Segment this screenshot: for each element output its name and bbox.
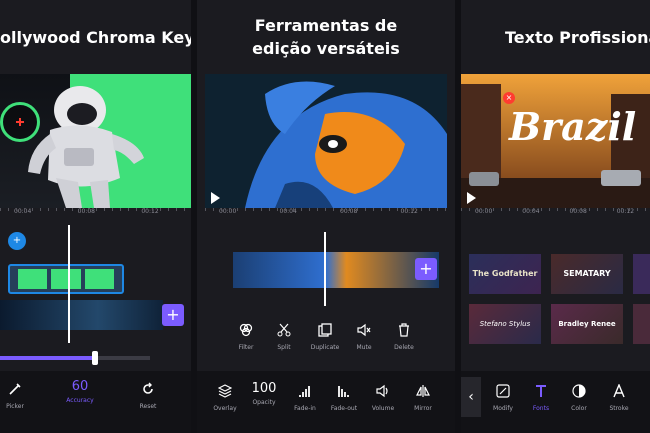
- text-style-option[interactable]: [633, 254, 650, 294]
- slider-thumb[interactable]: [92, 351, 98, 365]
- bottom-toolbar: Overlay 100 Opacity Fade-in Fade-out Vol…: [197, 371, 455, 433]
- video-preview[interactable]: [0, 74, 191, 208]
- slider-fill: [0, 356, 95, 360]
- chroma-key-panel: ollywood Chroma Key 00:04 00:08 00:12 + +: [0, 0, 191, 433]
- accuracy-slider[interactable]: [0, 351, 150, 365]
- delete-button[interactable]: Delete: [389, 322, 419, 351]
- modify-icon: [496, 384, 510, 398]
- video-preview[interactable]: Brazil ×: [461, 74, 650, 208]
- astronaut-image: [28, 86, 144, 208]
- volume-button[interactable]: Volume: [369, 383, 397, 412]
- text-style-option[interactable]: SEMATARY: [551, 254, 623, 294]
- delete-icon: [399, 323, 409, 337]
- bottom-toolbar: Picker 60 Accuracy Reset: [0, 371, 191, 433]
- overlay-button[interactable]: Overlay: [211, 383, 239, 412]
- video-track[interactable]: [233, 252, 439, 288]
- opacity-button[interactable]: 100 Opacity: [249, 381, 279, 406]
- add-clip-button[interactable]: +: [162, 304, 184, 326]
- video-preview[interactable]: [205, 74, 447, 208]
- opacity-value: 100: [251, 381, 277, 396]
- duplicate-icon: [318, 323, 332, 337]
- add-clip-button[interactable]: +: [415, 258, 437, 280]
- text-style-option[interactable]: [633, 304, 650, 344]
- timeline-ruler: 00:00 00:04 00:08 00:12: [461, 208, 650, 220]
- reset-button[interactable]: Reset: [130, 381, 166, 410]
- layer-track[interactable]: [8, 264, 124, 294]
- timeline-ruler: 00:00 00:04 00:08 00:12: [205, 208, 447, 220]
- accuracy-value: 60: [71, 379, 89, 394]
- back-button[interactable]: ‹: [461, 377, 481, 417]
- modify-button[interactable]: Modify: [489, 383, 517, 412]
- parrot-image: [205, 74, 447, 208]
- edit-tools-row: Filter Split Duplicate Mute Delete: [233, 322, 423, 356]
- filter-icon: [239, 323, 253, 337]
- main-video-track[interactable]: [0, 300, 163, 330]
- mute-icon: [357, 323, 371, 337]
- text-style-grid: The Godfather SEMATARY Stefano Stylus Br…: [469, 254, 650, 346]
- panel-caption: Ferramentas de edição versáteis: [252, 16, 400, 58]
- fadeout-button[interactable]: Fade-out: [329, 383, 359, 412]
- panel-caption: Texto Profissiona: [505, 28, 650, 47]
- split-icon: [277, 323, 291, 337]
- add-layer-marker[interactable]: +: [8, 232, 26, 250]
- fonts-icon: [536, 385, 546, 397]
- bottom-toolbar: ‹ Modify Fonts Color Stroke: [461, 371, 650, 433]
- fadein-button[interactable]: Fade-in: [291, 383, 319, 412]
- text-style-option[interactable]: Bradley Renee: [551, 304, 623, 344]
- picker-icon: [9, 383, 21, 395]
- panel-caption: ollywood Chroma Key: [0, 28, 191, 47]
- mirror-icon: [416, 385, 430, 397]
- mirror-button[interactable]: Mirror: [409, 383, 437, 412]
- text-panel: Texto Profissiona Brazil × 00:00 00:04 00:…: [461, 0, 650, 433]
- stroke-icon: [613, 383, 625, 398]
- volume-icon: [376, 384, 388, 398]
- mute-button[interactable]: Mute: [351, 322, 377, 351]
- split-button[interactable]: Split: [271, 322, 297, 351]
- stroke-button[interactable]: Stroke: [605, 383, 633, 412]
- overlay-icon: [217, 384, 233, 398]
- fonts-button[interactable]: Fonts: [527, 383, 555, 412]
- color-button[interactable]: Color: [565, 383, 593, 412]
- play-icon[interactable]: [467, 192, 476, 204]
- fadein-icon: [299, 386, 310, 397]
- playhead[interactable]: [324, 232, 326, 306]
- text-style-option[interactable]: The Godfather: [469, 254, 541, 294]
- fadeout-icon: [338, 386, 349, 397]
- picker-button[interactable]: Picker: [0, 381, 30, 410]
- preview-title-text[interactable]: Brazil: [509, 104, 636, 149]
- remove-text-icon[interactable]: ×: [503, 92, 515, 104]
- editing-tools-panel: Ferramentas de edição versáteis 00:00 00:…: [197, 0, 455, 433]
- accuracy-button[interactable]: 60 Accuracy: [60, 379, 100, 404]
- reset-icon: [143, 382, 153, 394]
- playhead[interactable]: [68, 225, 70, 343]
- filter-button[interactable]: Filter: [233, 322, 259, 351]
- color-icon: [572, 384, 586, 398]
- timeline-ruler: 00:04 00:08 00:12: [0, 208, 191, 220]
- duplicate-button[interactable]: Duplicate: [309, 322, 341, 351]
- play-icon[interactable]: [211, 192, 220, 204]
- color-picker-ring[interactable]: [0, 102, 40, 142]
- text-style-option[interactable]: Stefano Stylus: [469, 304, 541, 344]
